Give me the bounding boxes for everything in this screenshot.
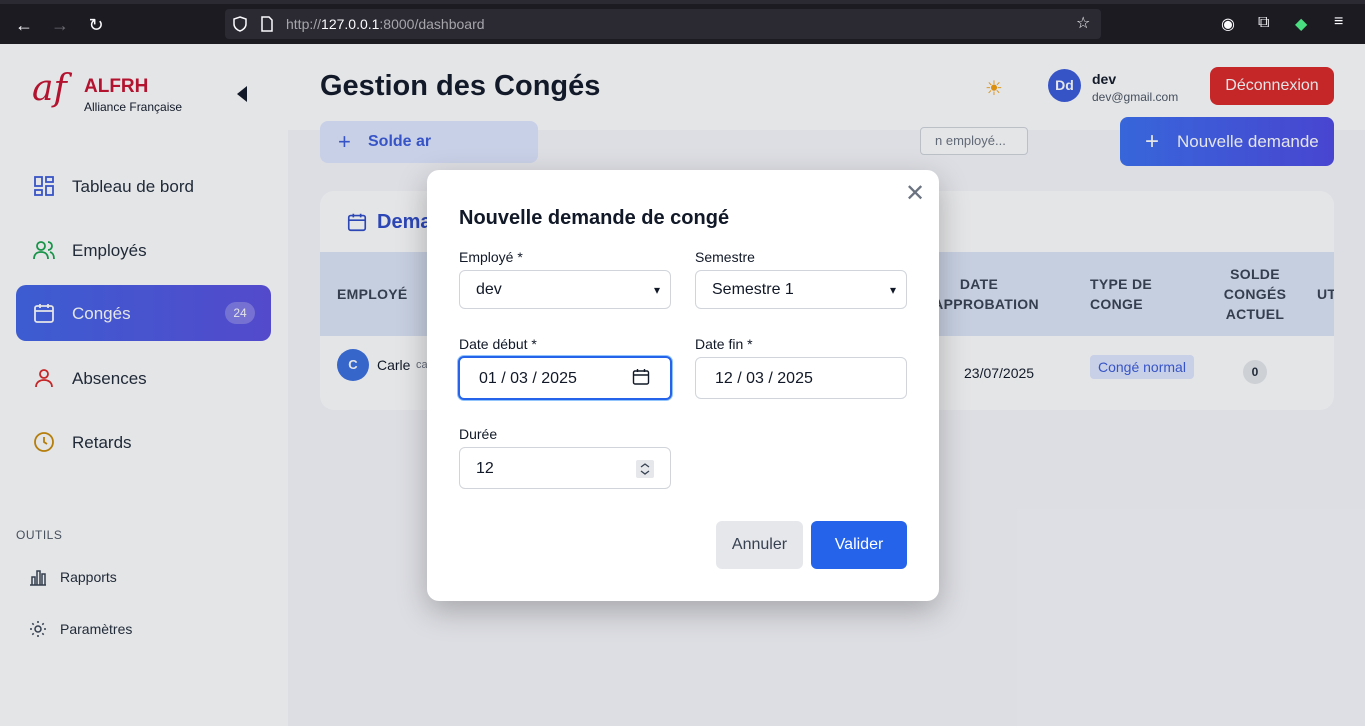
stepper-icon[interactable] [636,460,654,478]
start-date-input[interactable]: 01 / 03 / 2025 [458,356,672,400]
browser-toolbar: ← → ↻ http://127.0.0.1:8000/dashboard ☆ … [0,0,1365,44]
end-date-value: 12 / 03 / 2025 [715,370,813,387]
url-bar[interactable]: http://127.0.0.1:8000/dashboard ☆ [225,9,1101,39]
calendar-icon[interactable] [632,368,650,386]
extensions-icon[interactable]: ⧉ [1258,14,1269,32]
chevron-down-icon: ▾ [653,283,660,297]
page-icon [261,16,273,32]
semester-value: Semestre 1 [712,281,794,298]
employee-label: Employé * [459,249,523,265]
back-icon[interactable]: ← [12,13,36,37]
menu-icon[interactable]: ≡ [1334,13,1343,31]
reload-icon[interactable]: ↻ [84,13,108,37]
shield-icon [233,16,247,32]
employee-select[interactable]: dev ▾ [459,270,671,309]
bookmark-star-icon[interactable]: ☆ [1076,13,1090,33]
cancel-button[interactable]: Annuler [716,521,803,569]
validate-button[interactable]: Valider [811,521,907,569]
duration-input[interactable]: 12 [459,447,671,489]
start-date-value: 01 / 03 / 2025 [479,370,577,387]
account-icon[interactable]: ◉ [1221,14,1235,34]
forward-icon[interactable]: → [48,13,72,37]
dialog-title: Nouvelle demande de congé [459,207,730,229]
extension-icon[interactable]: ◆ [1295,14,1307,34]
duration-value: 12 [476,460,494,477]
duration-label: Durée [459,426,498,442]
semester-select[interactable]: Semestre 1 ▾ [695,270,907,309]
url-text: http://127.0.0.1:8000/dashboard [286,16,485,32]
start-date-label: Date début * [459,336,537,352]
end-date-label: Date fin * [695,336,753,352]
chevron-down-icon: ▾ [889,283,896,297]
close-icon[interactable]: ✕ [905,182,925,206]
employee-value: dev [476,281,502,298]
new-leave-request-dialog: ✕ Nouvelle demande de congé Employé * de… [427,170,939,601]
end-date-input[interactable]: 12 / 03 / 2025 [695,357,907,399]
semester-label: Semestre [695,249,755,265]
